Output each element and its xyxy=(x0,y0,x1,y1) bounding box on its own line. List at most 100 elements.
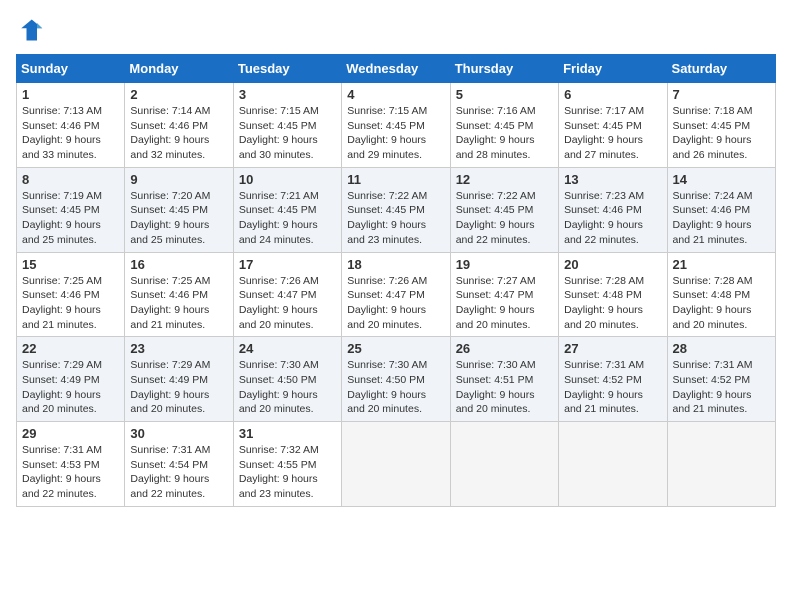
day-info: Sunrise: 7:20 AM Sunset: 4:45 PM Dayligh… xyxy=(130,189,227,248)
calendar-cell xyxy=(667,422,775,507)
calendar-cell xyxy=(450,422,558,507)
daylight-label: Daylight: 9 hours and 30 minutes. xyxy=(239,134,318,161)
day-info: Sunrise: 7:27 AM Sunset: 4:47 PM Dayligh… xyxy=(456,274,553,333)
sunrise-label: Sunrise: 7:20 AM xyxy=(130,190,210,202)
daylight-label: Daylight: 9 hours and 23 minutes. xyxy=(347,219,426,246)
daylight-label: Daylight: 9 hours and 20 minutes. xyxy=(22,389,101,416)
day-number: 30 xyxy=(130,426,227,441)
sunset-label: Sunset: 4:50 PM xyxy=(239,374,317,386)
daylight-label: Daylight: 9 hours and 20 minutes. xyxy=(456,389,535,416)
day-number: 10 xyxy=(239,172,336,187)
day-info: Sunrise: 7:19 AM Sunset: 4:45 PM Dayligh… xyxy=(22,189,119,248)
calendar-cell xyxy=(559,422,667,507)
daylight-label: Daylight: 9 hours and 21 minutes. xyxy=(22,304,101,331)
calendar-cell: 3 Sunrise: 7:15 AM Sunset: 4:45 PM Dayli… xyxy=(233,83,341,168)
day-number: 26 xyxy=(456,341,553,356)
day-info: Sunrise: 7:28 AM Sunset: 4:48 PM Dayligh… xyxy=(564,274,661,333)
daylight-label: Daylight: 9 hours and 21 minutes. xyxy=(673,389,752,416)
day-info: Sunrise: 7:26 AM Sunset: 4:47 PM Dayligh… xyxy=(347,274,444,333)
calendar-cell: 23 Sunrise: 7:29 AM Sunset: 4:49 PM Dayl… xyxy=(125,337,233,422)
day-info: Sunrise: 7:30 AM Sunset: 4:50 PM Dayligh… xyxy=(347,358,444,417)
day-number: 7 xyxy=(673,87,770,102)
daylight-label: Daylight: 9 hours and 25 minutes. xyxy=(130,219,209,246)
sunset-label: Sunset: 4:52 PM xyxy=(673,374,751,386)
day-info: Sunrise: 7:18 AM Sunset: 4:45 PM Dayligh… xyxy=(673,104,770,163)
day-info: Sunrise: 7:24 AM Sunset: 4:46 PM Dayligh… xyxy=(673,189,770,248)
daylight-label: Daylight: 9 hours and 21 minutes. xyxy=(564,389,643,416)
sunrise-label: Sunrise: 7:30 AM xyxy=(239,359,319,371)
day-info: Sunrise: 7:30 AM Sunset: 4:50 PM Dayligh… xyxy=(239,358,336,417)
day-number: 28 xyxy=(673,341,770,356)
calendar-cell: 22 Sunrise: 7:29 AM Sunset: 4:49 PM Dayl… xyxy=(17,337,125,422)
calendar-cell: 7 Sunrise: 7:18 AM Sunset: 4:45 PM Dayli… xyxy=(667,83,775,168)
sunset-label: Sunset: 4:54 PM xyxy=(130,459,208,471)
day-number: 31 xyxy=(239,426,336,441)
calendar-cell: 20 Sunrise: 7:28 AM Sunset: 4:48 PM Dayl… xyxy=(559,252,667,337)
daylight-label: Daylight: 9 hours and 20 minutes. xyxy=(564,304,643,331)
daylight-label: Daylight: 9 hours and 20 minutes. xyxy=(456,304,535,331)
day-number: 6 xyxy=(564,87,661,102)
calendar-cell: 30 Sunrise: 7:31 AM Sunset: 4:54 PM Dayl… xyxy=(125,422,233,507)
calendar-cell: 6 Sunrise: 7:17 AM Sunset: 4:45 PM Dayli… xyxy=(559,83,667,168)
sunset-label: Sunset: 4:45 PM xyxy=(22,204,100,216)
sunset-label: Sunset: 4:46 PM xyxy=(673,204,751,216)
day-number: 27 xyxy=(564,341,661,356)
sunrise-label: Sunrise: 7:29 AM xyxy=(130,359,210,371)
day-number: 2 xyxy=(130,87,227,102)
daylight-label: Daylight: 9 hours and 22 minutes. xyxy=(130,473,209,500)
sunset-label: Sunset: 4:46 PM xyxy=(22,289,100,301)
calendar: SundayMondayTuesdayWednesdayThursdayFrid… xyxy=(16,54,776,507)
calendar-cell: 2 Sunrise: 7:14 AM Sunset: 4:46 PM Dayli… xyxy=(125,83,233,168)
weekday-header: Monday xyxy=(125,55,233,83)
day-number: 3 xyxy=(239,87,336,102)
weekday-header: Friday xyxy=(559,55,667,83)
page-header xyxy=(16,16,776,44)
calendar-cell: 1 Sunrise: 7:13 AM Sunset: 4:46 PM Dayli… xyxy=(17,83,125,168)
sunset-label: Sunset: 4:46 PM xyxy=(22,120,100,132)
logo-icon xyxy=(16,16,44,44)
sunrise-label: Sunrise: 7:23 AM xyxy=(564,190,644,202)
day-info: Sunrise: 7:17 AM Sunset: 4:45 PM Dayligh… xyxy=(564,104,661,163)
day-info: Sunrise: 7:25 AM Sunset: 4:46 PM Dayligh… xyxy=(130,274,227,333)
calendar-cell: 4 Sunrise: 7:15 AM Sunset: 4:45 PM Dayli… xyxy=(342,83,450,168)
sunrise-label: Sunrise: 7:28 AM xyxy=(564,275,644,287)
daylight-label: Daylight: 9 hours and 28 minutes. xyxy=(456,134,535,161)
daylight-label: Daylight: 9 hours and 27 minutes. xyxy=(564,134,643,161)
day-info: Sunrise: 7:22 AM Sunset: 4:45 PM Dayligh… xyxy=(347,189,444,248)
daylight-label: Daylight: 9 hours and 22 minutes. xyxy=(564,219,643,246)
weekday-header: Wednesday xyxy=(342,55,450,83)
calendar-cell: 29 Sunrise: 7:31 AM Sunset: 4:53 PM Dayl… xyxy=(17,422,125,507)
day-number: 22 xyxy=(22,341,119,356)
day-number: 11 xyxy=(347,172,444,187)
sunrise-label: Sunrise: 7:22 AM xyxy=(456,190,536,202)
day-number: 14 xyxy=(673,172,770,187)
daylight-label: Daylight: 9 hours and 20 minutes. xyxy=(239,304,318,331)
daylight-label: Daylight: 9 hours and 26 minutes. xyxy=(673,134,752,161)
day-number: 18 xyxy=(347,257,444,272)
sunrise-label: Sunrise: 7:31 AM xyxy=(673,359,753,371)
sunset-label: Sunset: 4:49 PM xyxy=(130,374,208,386)
daylight-label: Daylight: 9 hours and 20 minutes. xyxy=(347,389,426,416)
day-info: Sunrise: 7:21 AM Sunset: 4:45 PM Dayligh… xyxy=(239,189,336,248)
calendar-cell: 18 Sunrise: 7:26 AM Sunset: 4:47 PM Dayl… xyxy=(342,252,450,337)
sunrise-label: Sunrise: 7:28 AM xyxy=(673,275,753,287)
sunset-label: Sunset: 4:45 PM xyxy=(347,120,425,132)
sunset-label: Sunset: 4:45 PM xyxy=(456,204,534,216)
calendar-cell: 8 Sunrise: 7:19 AM Sunset: 4:45 PM Dayli… xyxy=(17,167,125,252)
weekday-header: Tuesday xyxy=(233,55,341,83)
sunrise-label: Sunrise: 7:14 AM xyxy=(130,105,210,117)
daylight-label: Daylight: 9 hours and 29 minutes. xyxy=(347,134,426,161)
sunset-label: Sunset: 4:46 PM xyxy=(130,289,208,301)
day-number: 12 xyxy=(456,172,553,187)
day-info: Sunrise: 7:28 AM Sunset: 4:48 PM Dayligh… xyxy=(673,274,770,333)
day-number: 13 xyxy=(564,172,661,187)
sunset-label: Sunset: 4:53 PM xyxy=(22,459,100,471)
calendar-cell: 10 Sunrise: 7:21 AM Sunset: 4:45 PM Dayl… xyxy=(233,167,341,252)
calendar-cell: 9 Sunrise: 7:20 AM Sunset: 4:45 PM Dayli… xyxy=(125,167,233,252)
calendar-cell: 5 Sunrise: 7:16 AM Sunset: 4:45 PM Dayli… xyxy=(450,83,558,168)
day-number: 24 xyxy=(239,341,336,356)
day-number: 23 xyxy=(130,341,227,356)
daylight-label: Daylight: 9 hours and 20 minutes. xyxy=(239,389,318,416)
day-info: Sunrise: 7:29 AM Sunset: 4:49 PM Dayligh… xyxy=(130,358,227,417)
daylight-label: Daylight: 9 hours and 25 minutes. xyxy=(22,219,101,246)
